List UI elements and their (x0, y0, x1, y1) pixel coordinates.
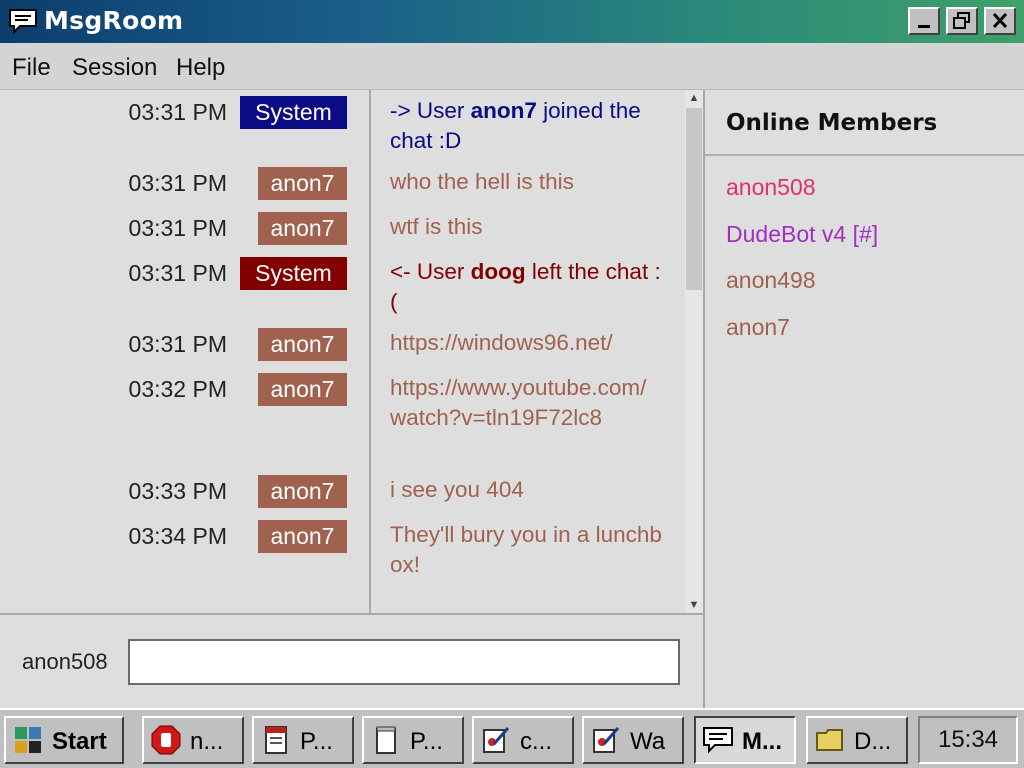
start-label: Start (52, 728, 107, 755)
taskbar-button-label: c... (520, 728, 553, 755)
message-text: wtf is this (390, 214, 483, 239)
message-user-badge: anon7 (258, 212, 347, 245)
menu-bar: File Session Help (0, 43, 1024, 90)
taskbar-button[interactable]: P... (252, 716, 354, 764)
column-divider (369, 90, 371, 613)
message-text: who the hell is this (390, 169, 574, 194)
chat-scrollbar[interactable]: ▲ ▼ (685, 90, 703, 613)
message-text: <- User doog left the chat :( (390, 259, 661, 314)
taskbar-button-active[interactable]: M... (694, 716, 796, 764)
message-user-badge: System (240, 96, 347, 129)
taskbar-button[interactable]: P... (362, 716, 464, 764)
message-time: 03:31 PM (128, 260, 227, 286)
message-user-badge: anon7 (258, 328, 347, 361)
member-item[interactable]: DudeBot v4 [#] (726, 221, 878, 248)
taskbar-button-label: D... (854, 728, 892, 755)
message-user-badge: anon7 (258, 475, 347, 508)
start-icon (15, 727, 41, 753)
taskbar-button-label: n... (190, 728, 224, 755)
message-text: They'll bury you in a lunchbox! (390, 522, 662, 577)
message-time: 03:31 PM (128, 215, 227, 241)
taskbar-button-label: M... (742, 728, 782, 755)
menu-session[interactable]: Session (72, 54, 157, 82)
message-time: 03:32 PM (128, 376, 227, 402)
members-divider (705, 154, 1024, 156)
chat-log[interactable]: 03:31 PM System -> User anon7 joined the… (0, 90, 685, 613)
restore-button[interactable] (946, 7, 978, 35)
notepad-icon (376, 726, 396, 754)
message-text[interactable]: https://windows96.net/ (390, 328, 662, 358)
message-user-badge: anon7 (258, 373, 347, 406)
message-text: -> User anon7 joined the chat :D (390, 98, 641, 153)
taskbar-button-label: Wa (630, 728, 666, 755)
message-input[interactable] (128, 639, 680, 685)
minimize-icon (918, 25, 930, 28)
scroll-thumb[interactable] (686, 108, 702, 290)
message-time: 03:31 PM (128, 99, 227, 125)
taskbar-button-label: P... (410, 728, 443, 755)
chat-icon (9, 9, 37, 34)
current-username: anon508 (22, 649, 108, 674)
message-time: 03:34 PM (128, 523, 227, 549)
message-text: i see you 404 (390, 477, 524, 502)
restore-icon (953, 12, 970, 29)
paint-icon (593, 727, 620, 753)
scroll-up-icon[interactable]: ▲ (685, 90, 703, 106)
message-text[interactable]: https://www.youtube.com/watch?v=tln19F72… (390, 373, 662, 433)
message-time: 03:31 PM (128, 331, 227, 357)
taskbar-button-label: P... (300, 728, 333, 755)
message-user-badge: System (240, 257, 347, 290)
member-item[interactable]: anon498 (726, 267, 816, 294)
taskbar-button[interactable]: n... (142, 716, 244, 764)
message-user-badge: anon7 (258, 520, 347, 553)
close-button[interactable] (984, 7, 1016, 35)
taskbar-button[interactable]: Wa (582, 716, 684, 764)
members-heading: Online Members (726, 110, 938, 136)
minimize-button[interactable] (908, 7, 940, 35)
window-title: MsgRoom (44, 6, 184, 35)
stop-icon (151, 725, 181, 755)
title-bar[interactable]: MsgRoom (0, 0, 1024, 43)
scroll-down-icon[interactable]: ▼ (685, 597, 703, 613)
document-icon (265, 726, 287, 754)
member-item[interactable]: anon508 (726, 174, 816, 201)
start-button[interactable]: Start (4, 716, 124, 764)
paint-icon (483, 727, 510, 753)
taskbar-button[interactable]: D... (806, 716, 908, 764)
member-item[interactable]: anon7 (726, 314, 790, 341)
message-time: 03:33 PM (128, 478, 227, 504)
close-icon (992, 12, 1008, 29)
taskbar-button[interactable]: c... (472, 716, 574, 764)
message-user-badge: anon7 (258, 167, 347, 200)
taskbar: Start n... P... P... c... Wa M... D... 1… (0, 708, 1024, 768)
compose-area: anon508 (0, 613, 703, 708)
menu-help[interactable]: Help (176, 54, 225, 82)
taskbar-clock: 15:34 (918, 716, 1018, 764)
members-panel: Online Members anon508 DudeBot v4 [#] an… (703, 90, 1024, 708)
message-time: 03:31 PM (128, 170, 227, 196)
folder-icon (816, 729, 843, 751)
menu-file[interactable]: File (12, 54, 51, 82)
chat-icon (703, 727, 733, 754)
